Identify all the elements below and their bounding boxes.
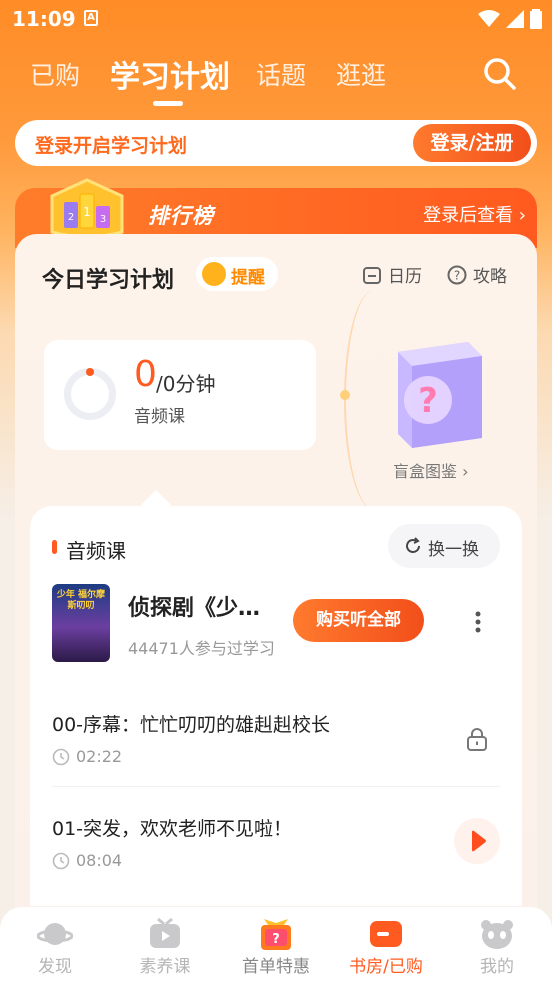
trophy-icon: 2 1 3 <box>50 178 124 239</box>
play-button[interactable] <box>454 818 500 864</box>
svg-text:?: ? <box>454 268 460 282</box>
more-options-icon[interactable] <box>468 608 488 636</box>
blind-box-gallery-link[interactable]: 盲盒图鉴 › <box>393 458 469 482</box>
tab-label: 首单特惠 <box>242 957 310 977</box>
svg-text:?: ? <box>418 381 438 421</box>
status-bar: 11:09 A <box>0 0 552 38</box>
lesson-duration-text: 08:04 <box>76 851 123 870</box>
tab-discover[interactable]: 发现 <box>0 907 110 981</box>
app-notification-icon: A <box>84 10 98 26</box>
lesson-duration-text: 02:22 <box>76 747 123 766</box>
clock-icon <box>52 748 70 765</box>
tab-label: 我的 <box>480 957 514 977</box>
study-icon <box>370 921 402 947</box>
tab-mine[interactable]: 我的 <box>442 907 552 981</box>
trophy-digit-2: 2 <box>68 212 74 223</box>
section-marker <box>52 540 57 554</box>
play-icon <box>472 830 486 852</box>
login-register-button[interactable]: 登录/注册 <box>413 124 531 162</box>
trophy-digit-3: 3 <box>100 214 106 225</box>
remind-label: 提醒 <box>231 268 265 288</box>
cover-title: 少年 福尔摩斯叨叨 <box>56 590 106 611</box>
remind-button[interactable]: 提醒 <box>196 257 278 291</box>
help-icon: ? <box>447 265 467 284</box>
clock-icon <box>52 852 70 869</box>
tab-browse[interactable]: 逛逛 <box>336 56 386 92</box>
swap-label: 换一换 <box>428 540 479 560</box>
audio-section-title: 音频课 <box>66 539 126 563</box>
card-pointer <box>140 490 172 506</box>
tab-purchased[interactable]: 已购 <box>30 56 80 92</box>
guide-link[interactable]: ? 攻略 <box>447 262 507 287</box>
trophy-digit-1: 1 <box>83 205 91 219</box>
calendar-link[interactable]: 日历 <box>362 262 422 287</box>
guide-label: 攻略 <box>473 267 507 287</box>
lesson-title[interactable]: 01-突发，欢欢老师不见啦！ <box>52 814 292 841</box>
top-nav: 已购 学习计划 话题 逛逛 <box>0 50 552 100</box>
calendar-icon <box>363 266 381 284</box>
active-tab-indicator <box>153 101 183 106</box>
plan-title: 今日学习计划 <box>42 268 175 293</box>
signal-icon <box>506 10 524 28</box>
blind-box-icon[interactable]: ? <box>388 338 484 450</box>
tab-label: 素养课 <box>139 957 191 977</box>
wifi-icon <box>478 10 500 27</box>
tab-topics[interactable]: 话题 <box>256 56 306 92</box>
lesson-title[interactable]: 00-序幕：忙忙叨叨的雄赳赳校长 <box>52 710 330 737</box>
lesson-duration: 08:04 <box>52 851 122 870</box>
calendar-label: 日历 <box>388 267 422 287</box>
ranking-title: 排行榜 <box>148 204 214 228</box>
ranking-login-link[interactable]: 登录后查看 › <box>423 201 526 227</box>
battery-icon <box>530 9 542 29</box>
svg-text:?: ? <box>272 932 280 947</box>
progress-total: /0分钟 <box>156 372 216 396</box>
tab-label: 书房/已购 <box>349 957 423 977</box>
progress-ring-marker <box>86 368 94 376</box>
tv-icon <box>150 917 180 948</box>
alarm-clock-icon <box>202 262 226 286</box>
course-name[interactable]: 侦探剧《少… <box>128 590 260 622</box>
refresh-icon <box>406 537 420 553</box>
gift-icon: ? <box>261 919 291 950</box>
progress-value: 0 <box>134 354 157 395</box>
buy-all-button[interactable]: 购买听全部 <box>293 599 424 642</box>
lock-icon[interactable] <box>464 726 490 752</box>
panda-icon <box>481 920 513 949</box>
planet-icon <box>37 923 73 945</box>
lesson-divider <box>52 786 500 787</box>
status-time: 11:09 <box>12 7 76 31</box>
course-cover[interactable]: 少年 福尔摩斯叨叨 <box>52 584 110 662</box>
login-bar[interactable]: 登录开启学习计划 登录/注册 <box>15 120 537 166</box>
progress-type: 音频课 <box>134 407 185 427</box>
lesson-duration: 02:22 <box>52 747 122 766</box>
login-prompt: 登录开启学习计划 <box>35 135 188 157</box>
search-icon[interactable] <box>480 54 520 94</box>
course-participants: 44471人参与过学习 <box>128 639 275 658</box>
decorative-dot <box>340 390 350 400</box>
status-icons <box>478 9 542 29</box>
tab-label: 发现 <box>38 957 72 977</box>
tab-study-purchased[interactable]: 书房/已购 <box>331 907 441 981</box>
tab-literacy-course[interactable]: 素养课 <box>110 907 220 981</box>
tab-study-plan[interactable]: 学习计划 <box>110 52 230 96</box>
tab-first-order-deal[interactable]: ? 首单特惠 <box>221 907 331 981</box>
swap-button[interactable]: 换一换 <box>388 524 500 568</box>
bottom-tab-bar: 发现 素养课 ? 首单特惠 书房/已购 我的 <box>0 907 552 981</box>
